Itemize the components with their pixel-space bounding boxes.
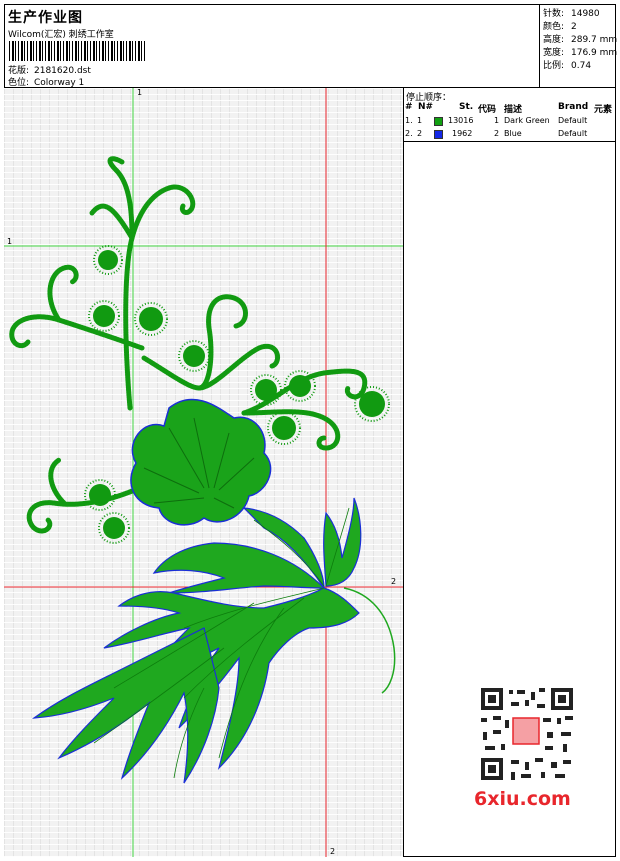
colorway-row: 色位: Colorway 1: [8, 75, 84, 88]
row-description: Blue: [504, 129, 522, 138]
row-number: 1: [417, 116, 423, 125]
main-flower: [130, 398, 272, 526]
col-element: 元素: [594, 105, 613, 115]
colorway-label: 色位:: [8, 78, 30, 88]
stat-value: 2: [571, 22, 577, 32]
seal-icon: [512, 717, 540, 745]
stop-row: 2. 2 1962 2 Blue Default: [404, 129, 616, 141]
color-swatch-icon: [434, 117, 443, 126]
col-stitches: St.: [459, 102, 474, 112]
colorway-value: Colorway 1: [34, 78, 85, 88]
embroidery-design: [4, 88, 403, 857]
qr-code: [471, 682, 581, 792]
stat-colors: 颜色: 2: [543, 19, 577, 32]
marker-h1: 1: [7, 237, 13, 246]
stat-scale: 比例: 0.74: [543, 58, 591, 71]
studio-name: Wilcom(汇宏) 刺绣工作室: [8, 30, 114, 40]
col-number: N#: [418, 102, 434, 112]
stat-stitches: 针数: 14980: [543, 6, 600, 19]
header-info: 生产作业图 Wilcom(汇宏) 刺绣工作室 花版: 2181620.dst 色位…: [4, 4, 540, 88]
row-number: 2: [417, 129, 423, 138]
row-code: 1: [494, 116, 500, 125]
row-brand: Default: [558, 129, 588, 138]
document-title: 生产作业图: [8, 10, 83, 26]
row-index: 1.: [405, 116, 413, 125]
color-swatch-icon: [434, 130, 443, 139]
stat-label: 高度:: [543, 35, 565, 45]
row-index: 2.: [405, 129, 413, 138]
leaf-fronds: [31, 497, 362, 784]
col-brand: Brand: [558, 102, 589, 112]
site-logo: 6xiu.com: [474, 788, 571, 810]
stat-label: 颜色:: [543, 22, 565, 32]
barcode: [9, 41, 145, 61]
marker-v1: 1: [137, 88, 143, 97]
row-brand: Default: [558, 116, 588, 125]
stat-value: 289.7 mm: [571, 35, 618, 45]
thin-stem: [343, 587, 396, 694]
row-stitches: 1962: [452, 129, 473, 138]
stat-width: 宽度: 176.9 mm: [543, 45, 617, 58]
row-description: Dark Green: [504, 116, 550, 125]
marker-h2: 2: [391, 577, 397, 586]
col-index: #: [405, 102, 413, 112]
stat-label: 针数:: [543, 9, 565, 19]
stat-value: 0.74: [571, 61, 592, 71]
stat-value: 176.9 mm: [571, 48, 618, 58]
stat-height: 高度: 289.7 mm: [543, 32, 617, 45]
stat-label: 宽度:: [543, 48, 565, 58]
stat-label: 比例:: [543, 61, 565, 71]
col-description: 描述: [504, 105, 523, 115]
table-divider: [404, 141, 616, 142]
stats-panel: 针数: 14980 颜色: 2 高度: 289.7 mm 宽度: 176.9 mm 比例…: [540, 4, 617, 88]
row-stitches: 13016: [448, 116, 474, 125]
design-canvas: 1 1 2 2: [4, 88, 404, 857]
row-code: 2: [494, 129, 500, 138]
stat-value: 14980: [571, 9, 600, 19]
col-code: 代码: [478, 105, 497, 115]
marker-v2: 2: [330, 847, 336, 856]
stop-row: 1. 1 13016 1 Dark Green Default: [404, 116, 616, 128]
